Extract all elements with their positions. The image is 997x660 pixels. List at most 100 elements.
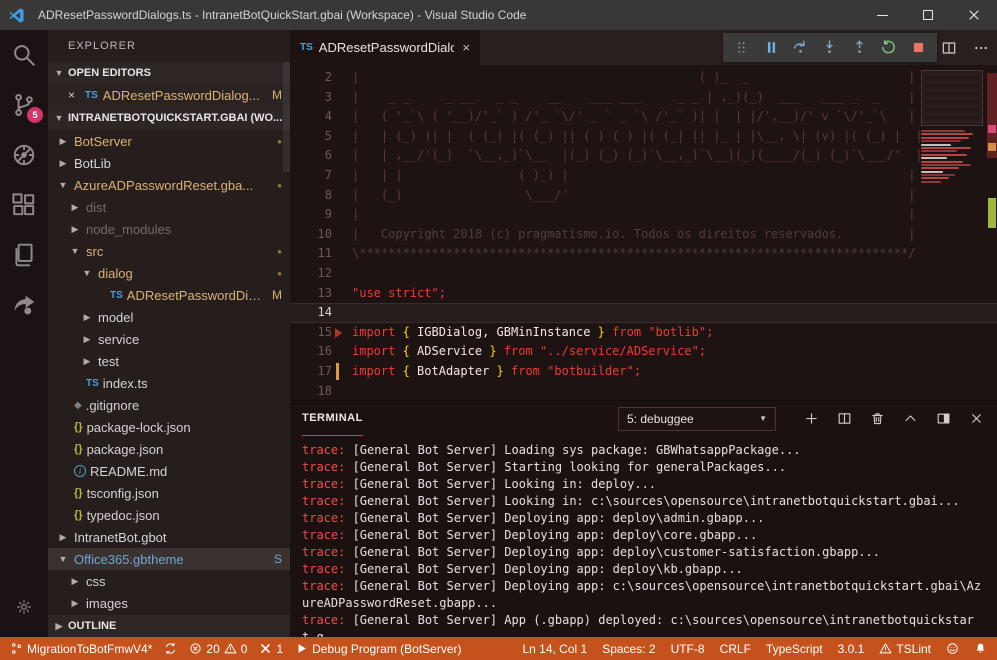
tree-item-src[interactable]: ▼src● [48, 240, 290, 262]
tree-item-label: src [86, 244, 103, 259]
activity-documents-button[interactable] [0, 230, 48, 280]
code-line-12[interactable]: 12 [290, 264, 997, 284]
code-editor[interactable]: 2| ( )_ _ |3| _ _ _ __ _ _ __ ___ ___ _ … [290, 65, 997, 400]
activity-search-button[interactable] [0, 30, 48, 80]
terminal-line-2: trace: [General Bot Server] Starting loo… [302, 459, 985, 476]
code-line-8[interactable]: 8| (_) \___/' | [290, 186, 997, 206]
split-editor-icon[interactable] [941, 40, 957, 56]
language-mode[interactable]: TypeScript [766, 642, 823, 656]
typescript-version[interactable]: 3.0.1 [838, 642, 865, 656]
open-editors-header[interactable]: ▼ OPEN EDITORS [48, 62, 290, 84]
terminal-output[interactable]: trace: [General Bot Server] Loading sys … [290, 436, 997, 637]
activity-debug-disabled-button[interactable] [0, 130, 48, 180]
tree-item-gitignore[interactable]: ◆.gitignore [48, 394, 290, 416]
split-terminal-button[interactable] [835, 410, 853, 428]
maximize-button[interactable] [905, 0, 951, 30]
notifications-bell[interactable] [974, 642, 987, 655]
trash-button[interactable] [868, 410, 886, 428]
code-line-2[interactable]: 2| ( )_ _ | [290, 68, 997, 88]
code-line-9[interactable]: 9| | [290, 205, 997, 225]
tab-terminal[interactable]: TERMINAL [302, 401, 363, 436]
tree-item-typedoc-json[interactable]: {}typedoc.json [48, 504, 290, 526]
debug-launch-status[interactable]: Debug Program (BotServer) [295, 642, 461, 656]
code-line-16[interactable]: 16import { ADService } from "../service/… [290, 342, 997, 362]
tree-item-css[interactable]: ▶css [48, 570, 290, 592]
tree-item-botlib[interactable]: ▶BotLib [48, 152, 290, 174]
close-tab-icon[interactable]: × [462, 40, 470, 55]
git-branch-status[interactable]: MigrationToBotFmwV4* [10, 642, 152, 656]
tree-item-test[interactable]: ▶test [48, 350, 290, 372]
tree-item-readme-md[interactable]: iREADME.md [48, 460, 290, 482]
code-line-17[interactable]: 17import { BotAdapter } from "botbuilder… [290, 362, 997, 382]
tree-item-package-json[interactable]: {}package.json [48, 438, 290, 460]
restart-button[interactable] [877, 36, 901, 60]
tree-item-office365-gbtheme[interactable]: ▼Office365.gbthemeS [48, 548, 290, 570]
indentation-status[interactable]: Spaces: 2 [602, 642, 655, 656]
tree-item-azureadpasswordreset-gba[interactable]: ▼AzureADPasswordReset.gba...● [48, 174, 290, 196]
code-line-13[interactable]: 13"use strict"; [290, 284, 997, 304]
tree-item-model[interactable]: ▶model [48, 306, 290, 328]
step-over-button[interactable] [789, 36, 813, 60]
sidebar-title: EXPLORER [48, 30, 290, 62]
code-line-4[interactable]: 4| ( '_`\ ( '__)/'_` ) /'_ `\/' _ ` _ `\… [290, 107, 997, 127]
tab-adresetpassworddialogs[interactable]: TS ADResetPasswordDialogs.ts × [290, 30, 480, 65]
tree-item-service[interactable]: ▶service [48, 328, 290, 350]
tree-item-intranetbot-gbot[interactable]: ▶IntranetBot.gbot [48, 526, 290, 548]
tree-item-node-modules[interactable]: ▶node_modules [48, 218, 290, 240]
code-text: | | (_) )| | ( (_| |( (_) || ( ) ( ) |( … [352, 127, 997, 147]
minimize-button[interactable] [859, 0, 905, 30]
tab-label: ADResetPasswordDialogs.ts [319, 40, 455, 55]
tree-item-package-lock-json[interactable]: {}package-lock.json [48, 416, 290, 438]
fixes-status[interactable]: 1 [259, 642, 283, 656]
tree-item-adresetpassworddial[interactable]: TSADResetPasswordDial...M [48, 284, 290, 306]
open-editor-item[interactable]: × TS ADResetPasswordDialog... M [48, 84, 290, 106]
vscode-logo-icon[interactable] [8, 6, 26, 24]
editor-group: TS ADResetPasswordDialogs.ts × 2| ( )_ _… [290, 30, 997, 637]
code-line-11[interactable]: 11\*************************************… [290, 244, 997, 264]
close-editor-icon[interactable]: × [68, 88, 80, 102]
chevron-up-button[interactable] [901, 410, 919, 428]
tree-item-images[interactable]: ▶images [48, 592, 290, 614]
activity-publish-button[interactable] [0, 280, 48, 330]
terminal-selector[interactable]: 5: debuggee ▼ [618, 407, 776, 431]
code-line-6[interactable]: 6| | ,__/'(_) `\__,_)`\__ |(_) (_) (_)`\… [290, 146, 997, 166]
chevron-right-icon: ▶ [68, 576, 82, 587]
tree-item-index-ts[interactable]: TSindex.ts [48, 372, 290, 394]
pause-button[interactable] [759, 36, 783, 60]
open-panel-button[interactable] [934, 410, 952, 428]
activity-extensions-button[interactable] [0, 180, 48, 230]
step-into-button[interactable] [818, 36, 842, 60]
tslint-status[interactable]: TSLint [879, 642, 931, 656]
sync-button[interactable] [164, 642, 177, 655]
cursor-position[interactable]: Ln 14, Col 1 [522, 642, 587, 656]
code-line-18[interactable]: 18 [290, 382, 997, 401]
tree-item-label: test [98, 354, 119, 369]
tree-item-dialog[interactable]: ▼dialog● [48, 262, 290, 284]
problems-status[interactable]: 20 0 [189, 642, 247, 656]
step-out-button[interactable] [847, 36, 871, 60]
encoding-status[interactable]: UTF-8 [671, 642, 705, 656]
code-line-15[interactable]: 15import { IGBDialog, GBMinInstance } fr… [290, 323, 997, 343]
new-terminal-button[interactable] [802, 410, 820, 428]
code-line-5[interactable]: 5| | (_) )| | ( (_| |( (_) || ( ) ( ) |(… [290, 127, 997, 147]
eol-status[interactable]: CRLF [720, 642, 751, 656]
tree-item-botserver[interactable]: ▶BotServer● [48, 130, 290, 152]
close-button[interactable] [967, 410, 985, 428]
outline-header[interactable]: ▶ OUTLINE [48, 615, 290, 637]
more-actions-icon[interactable] [973, 40, 989, 56]
tree-item-dist[interactable]: ▶dist [48, 196, 290, 218]
code-line-3[interactable]: 3| _ _ _ __ _ _ __ ___ ___ _ _ | ,_)(_) … [290, 88, 997, 108]
code-line-10[interactable]: 10| Copyright 2018 (c) pragmatismo.io. T… [290, 225, 997, 245]
minimap[interactable] [921, 70, 985, 380]
manage-gear-button[interactable] [0, 587, 48, 627]
grip-button[interactable] [730, 36, 754, 60]
close-window-button[interactable] [951, 0, 997, 30]
activity-source-control-button[interactable]: 5 [0, 80, 48, 130]
stop-button[interactable] [906, 36, 930, 60]
sidebar-scrollbar[interactable] [283, 62, 290, 172]
feedback-smiley[interactable] [946, 642, 959, 655]
workspace-header[interactable]: ▼ INTRANETBOTQUICKSTART.GBAI (WO... [48, 106, 290, 130]
code-line-14[interactable]: 14 [290, 303, 997, 323]
tree-item-tsconfig-json[interactable]: {}tsconfig.json [48, 482, 290, 504]
code-line-7[interactable]: 7| | | ( )_) | | [290, 166, 997, 186]
